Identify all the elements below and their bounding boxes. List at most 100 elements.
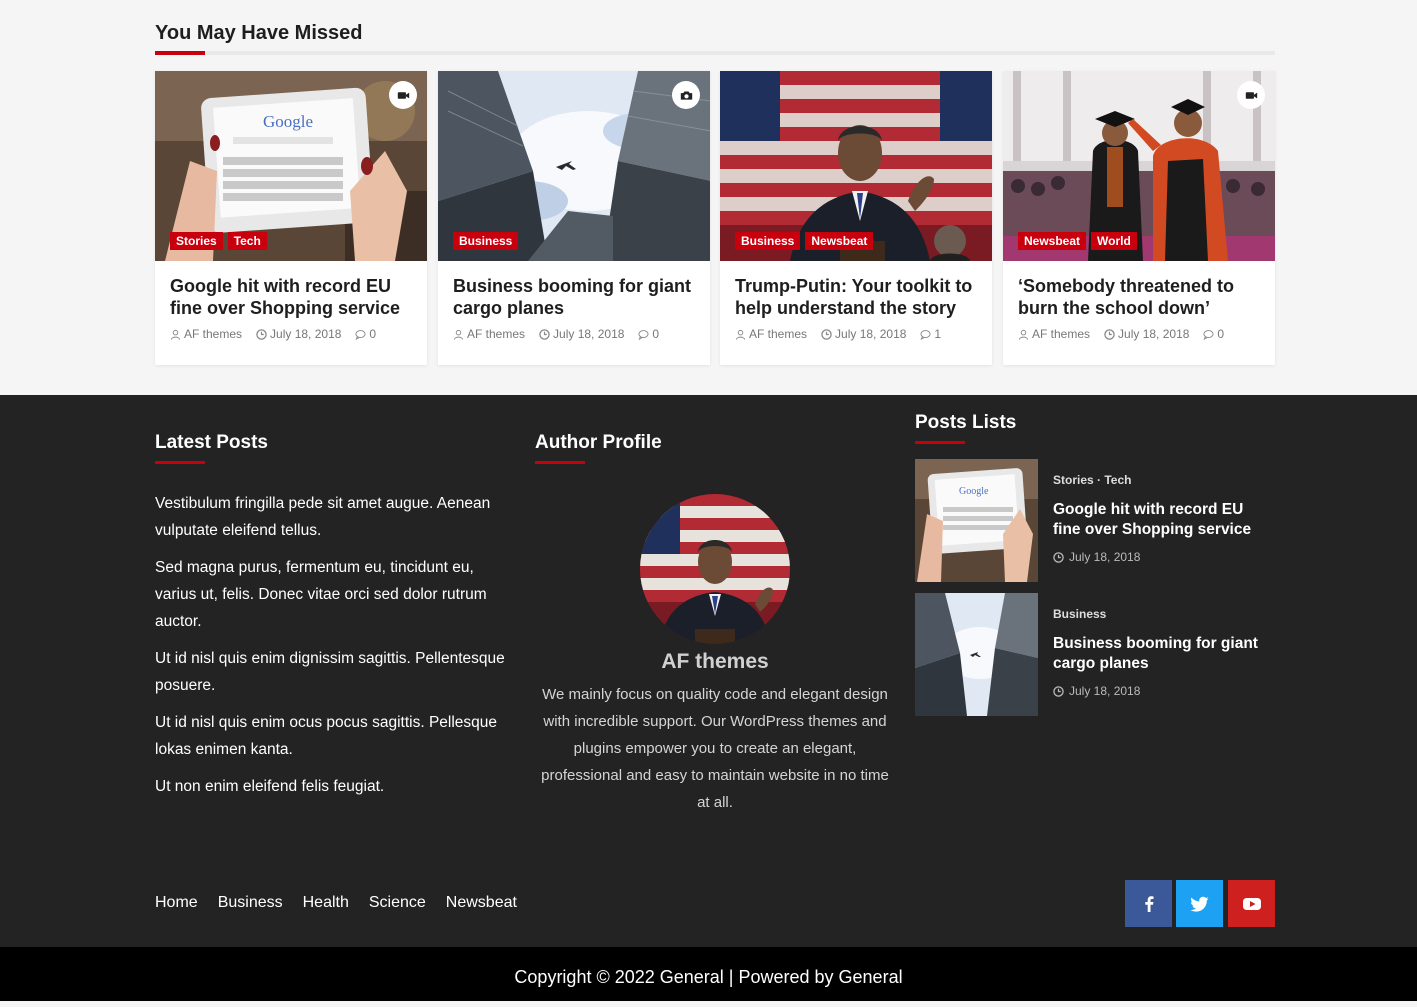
post-date: July 18, 2018: [270, 327, 342, 341]
post-meta: AF themes July 18, 2018 0: [453, 327, 659, 341]
list-item[interactable]: Google Stories · Tech Google hit with re…: [915, 459, 1275, 582]
category-tag[interactable]: Tech: [227, 232, 267, 250]
clock-icon: [1053, 685, 1064, 697]
widget-title-underline: [915, 441, 965, 444]
author-avatar: [640, 494, 790, 644]
post-thumbnail[interactable]: Google Stories Tech: [155, 71, 427, 261]
latest-posts-text: Vestibulum fringilla pede sit amet augue…: [155, 490, 510, 810]
post-title[interactable]: Business booming for giant cargo planes: [453, 275, 698, 319]
post-meta: AF themes July 18, 2018 0: [170, 327, 376, 341]
post-meta: AF themes July 18, 2018 0: [1018, 327, 1224, 341]
footer-link-science[interactable]: Science: [369, 894, 426, 912]
post-title[interactable]: ‘Somebody threatened to burn the school …: [1018, 275, 1263, 319]
post-date-row: July 18, 2018: [1053, 684, 1140, 698]
post-author[interactable]: AF themes: [1032, 327, 1090, 341]
category-tag[interactable]: Business: [735, 232, 801, 250]
post-author[interactable]: AF themes: [749, 327, 807, 341]
widget-title-posts-lists: Posts Lists: [915, 412, 1017, 433]
list-item[interactable]: Business Business booming for giant carg…: [915, 593, 1275, 716]
section-divider: [155, 51, 1275, 55]
footer-link-home[interactable]: Home: [155, 894, 198, 912]
user-icon: [735, 329, 746, 340]
post-title[interactable]: Trump-Putin: Your toolkit to help unders…: [735, 275, 980, 319]
post-thumbnail[interactable]: Google: [915, 459, 1038, 582]
category-tag[interactable]: World: [1091, 232, 1137, 250]
category-tags: Business: [453, 232, 519, 250]
facebook-button[interactable]: [1125, 880, 1172, 927]
camera-icon: [672, 81, 700, 109]
post-date: July 18, 2018: [1118, 327, 1190, 341]
category-tags: Business Newsbeat: [735, 232, 874, 250]
post-date: July 18, 2018: [1069, 550, 1141, 564]
post-thumbnail[interactable]: Business Newsbeat: [720, 71, 992, 261]
svg-text:Google: Google: [959, 486, 989, 497]
comment-icon: [1203, 329, 1214, 340]
clock-icon: [1104, 328, 1115, 340]
comment-count[interactable]: 0: [1217, 327, 1224, 341]
author-name[interactable]: AF themes: [535, 650, 895, 674]
category-tag[interactable]: Stories: [170, 232, 223, 250]
video-icon: [1237, 81, 1265, 109]
youtube-icon: [1242, 897, 1261, 910]
post-thumbnail[interactable]: Newsbeat World: [1003, 71, 1275, 261]
footer-link-newsbeat[interactable]: Newsbeat: [446, 894, 517, 912]
comment-count[interactable]: 1: [934, 327, 941, 341]
video-icon: [389, 81, 417, 109]
widget-title-author-profile: Author Profile: [535, 432, 662, 453]
latest-paragraph: Ut id nisl quis enim dignissim sagittis.…: [155, 650, 505, 694]
post-title[interactable]: Google hit with record EU fine over Shop…: [170, 275, 415, 319]
category-tag[interactable]: Newsbeat: [805, 232, 874, 250]
latest-paragraph: Sed magna purus, fermentum eu, tincidunt…: [155, 559, 487, 630]
facebook-icon: [1144, 895, 1153, 912]
clock-icon: [821, 328, 832, 340]
footer-widgets: Latest Posts Vestibulum fringilla pede s…: [0, 395, 1417, 947]
footer-link-health[interactable]: Health: [303, 894, 349, 912]
post-thumbnail[interactable]: [915, 593, 1038, 716]
footer-link-business[interactable]: Business: [218, 894, 283, 912]
category-tag[interactable]: Business: [453, 232, 519, 250]
post-card[interactable]: Newsbeat World ‘Somebody threatened to b…: [1003, 71, 1275, 365]
post-thumbnail[interactable]: Business: [438, 71, 710, 261]
copyright-text: Copyright © 2022 General | Powered by Ge…: [514, 967, 903, 987]
clock-icon: [539, 328, 550, 340]
category-tags: Newsbeat World: [1018, 232, 1137, 250]
latest-paragraph: Ut non enim eleifend felis feugiat.: [155, 778, 385, 795]
post-date: July 18, 2018: [835, 327, 907, 341]
post-title[interactable]: Google hit with record EU fine over Shop…: [1053, 500, 1263, 540]
author-bio: We mainly focus on quality code and eleg…: [541, 686, 889, 811]
user-icon: [170, 329, 181, 340]
latest-paragraph: Ut id nisl quis enim ocus pocus sagittis…: [155, 714, 498, 758]
footer-menu: Home Business Health Science Newsbeat: [155, 894, 517, 912]
svg-text:Google: Google: [263, 112, 313, 131]
post-categories[interactable]: Stories · Tech: [1053, 473, 1131, 487]
youtube-button[interactable]: [1228, 880, 1275, 927]
comment-count[interactable]: 0: [652, 327, 659, 341]
post-meta: AF themes July 18, 2018 1: [735, 327, 941, 341]
category-tags: Stories Tech: [170, 232, 267, 250]
widget-title-underline: [155, 461, 205, 464]
widget-title-latest-posts: Latest Posts: [155, 432, 268, 453]
post-author[interactable]: AF themes: [184, 327, 242, 341]
twitter-button[interactable]: [1176, 880, 1223, 927]
clock-icon: [1053, 551, 1064, 563]
category-tag[interactable]: Newsbeat: [1018, 232, 1087, 250]
post-card[interactable]: Business Newsbeat Trump-Putin: Your tool…: [720, 71, 992, 365]
post-date-row: July 18, 2018: [1053, 550, 1140, 564]
clock-icon: [256, 328, 267, 340]
comment-icon: [355, 329, 366, 340]
user-icon: [453, 329, 464, 340]
post-author[interactable]: AF themes: [467, 327, 525, 341]
post-title[interactable]: Business booming for giant cargo planes: [1053, 634, 1263, 674]
twitter-icon: [1189, 896, 1208, 912]
widget-title-underline: [535, 461, 585, 464]
post-card[interactable]: Business Business booming for giant carg…: [438, 71, 710, 365]
post-card[interactable]: Google Stories Tech Google hit with reco…: [155, 71, 427, 365]
you-may-have-missed-section: You May Have Missed Google Stories Tech …: [0, 0, 1417, 395]
post-date: July 18, 2018: [1069, 684, 1141, 698]
post-categories[interactable]: Business: [1053, 607, 1106, 621]
latest-paragraph: Vestibulum fringilla pede sit amet augue…: [155, 495, 491, 539]
section-title: You May Have Missed: [155, 22, 363, 44]
copyright-bar: Copyright © 2022 General | Powered by Ge…: [0, 947, 1417, 1001]
comment-count[interactable]: 0: [369, 327, 376, 341]
comment-icon: [638, 329, 649, 340]
